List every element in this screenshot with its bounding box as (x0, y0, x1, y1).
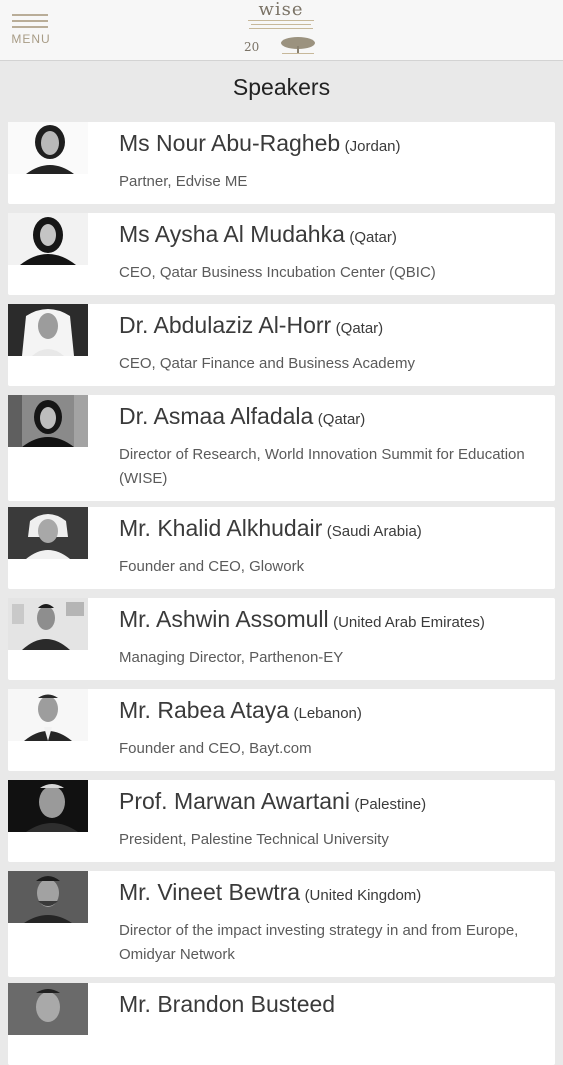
wise-logo[interactable]: wise 20 (240, 0, 322, 58)
speaker-role: Director of Research, World Innovation S… (119, 446, 525, 487)
speaker-role: CEO, Qatar Finance and Business Academy (119, 355, 415, 372)
speaker-card[interactable]: Mr. Rabea Ataya (Lebanon) Founder and CE… (8, 689, 555, 771)
speaker-role: Director of the impact investing strateg… (119, 922, 519, 963)
speaker-role: Founder and CEO, Bayt.com (119, 740, 312, 757)
speaker-photo (8, 598, 88, 650)
speaker-role: CEO, Qatar Business Incubation Center (Q… (119, 264, 436, 281)
hamburger-icon (12, 14, 48, 16)
speaker-name-line: Ms Nour Abu-Ragheb (Jordan) (119, 130, 549, 157)
speaker-country: (Qatar) (335, 320, 384, 337)
speaker-card[interactable]: Dr. Abdulaziz Al-Horr (Qatar) CEO, Qatar… (8, 304, 555, 386)
speaker-country: (Qatar) (349, 229, 397, 246)
speaker-name: Mr. Vineet Bewtra (119, 879, 301, 905)
speaker-photo (8, 304, 88, 356)
speaker-photo (8, 983, 88, 1035)
page-title: Speakers (232, 74, 331, 100)
hamburger-icon-bar (12, 26, 48, 28)
speaker-name-line: Mr. Khalid Alkhudair (Saudi Arabia) (119, 515, 549, 542)
tree-logo-icon (281, 37, 315, 54)
speaker-name: Prof. Marwan Awartani (119, 788, 350, 814)
speaker-country: (United Kingdom) (304, 887, 422, 904)
speaker-name: Ms Nour Abu-Ragheb (119, 130, 341, 156)
speaker-name-line: Ms Aysha Al Mudahka (Qatar) (119, 221, 549, 248)
speaker-card[interactable]: Ms Nour Abu-Ragheb (Jordan) Partner, Edv… (8, 122, 555, 204)
speaker-card[interactable]: Ms Aysha Al Mudahka (Qatar) CEO, Qatar B… (8, 213, 555, 295)
speaker-role: Managing Director, Parthenon-EY (119, 649, 344, 666)
speaker-name-line: Mr. Ashwin Assomull (United Arab Emirate… (119, 606, 549, 633)
top-bar: MENU wise 20 (0, 0, 563, 61)
speaker-role: Founder and CEO, Glowork (119, 558, 305, 575)
speaker-name: Mr. Ashwin Assomull (119, 606, 329, 632)
speaker-name: Dr. Abdulaziz Al-Horr (119, 312, 332, 338)
speaker-role: President, Palestine Technical Universit… (119, 831, 389, 848)
menu-button[interactable]: MENU (10, 12, 52, 48)
logo-wordmark: wise (258, 0, 304, 20)
speaker-photo (8, 122, 88, 174)
speaker-photo (8, 213, 88, 265)
speaker-name: Dr. Asmaa Alfadala (119, 403, 314, 429)
speaker-role: Partner, Edvise ME (119, 173, 248, 190)
speaker-name: Mr. Rabea Ataya (119, 697, 290, 723)
speaker-country: (Palestine) (354, 796, 427, 813)
speaker-card[interactable]: Mr. Vineet Bewtra (United Kingdom) Direc… (8, 871, 555, 977)
speaker-name: Ms Aysha Al Mudahka (119, 221, 345, 247)
speaker-name: Mr. Khalid Alkhudair (119, 515, 323, 541)
speaker-card[interactable]: Mr. Khalid Alkhudair (Saudi Arabia) Foun… (8, 507, 555, 589)
speaker-photo (8, 395, 88, 447)
speaker-name-line: Prof. Marwan Awartani (Palestine) (119, 788, 549, 815)
speaker-country: (United Arab Emirates) (333, 614, 485, 631)
speaker-name-line: Mr. Rabea Ataya (Lebanon) (119, 697, 549, 724)
speaker-name-line: Dr. Asmaa Alfadala (Qatar) (119, 403, 549, 430)
speaker-country: (Jordan) (344, 138, 401, 155)
speaker-card[interactable]: Prof. Marwan Awartani (Palestine) Presid… (8, 780, 555, 862)
speaker-photo (8, 871, 88, 923)
speaker-name-line: Mr. Brandon Busteed (119, 991, 549, 1018)
speaker-photo (8, 689, 88, 741)
logo-tagline-lines (248, 20, 314, 30)
speaker-country: (Lebanon) (293, 705, 362, 722)
speaker-name-line: Mr. Vineet Bewtra (United Kingdom) (119, 879, 549, 906)
speaker-photo (8, 507, 88, 559)
speaker-country: (Saudi Arabia) (326, 523, 422, 540)
speaker-photo (8, 780, 88, 832)
speaker-card[interactable]: Mr. Ashwin Assomull (United Arab Emirate… (8, 598, 555, 680)
hamburger-icon-bar (12, 20, 48, 22)
speaker-name: Mr. Brandon Busteed (119, 991, 336, 1017)
menu-label: MENU (11, 32, 51, 46)
speaker-card[interactable]: Dr. Asmaa Alfadala (Qatar) Director of R… (8, 395, 555, 501)
speaker-country: (Qatar) (317, 411, 366, 428)
speaker-card[interactable]: Mr. Brandon Busteed (8, 983, 555, 1065)
speaker-name-line: Dr. Abdulaziz Al-Horr (Qatar) (119, 312, 549, 339)
logo-anniversary-number: 20 (244, 40, 260, 54)
